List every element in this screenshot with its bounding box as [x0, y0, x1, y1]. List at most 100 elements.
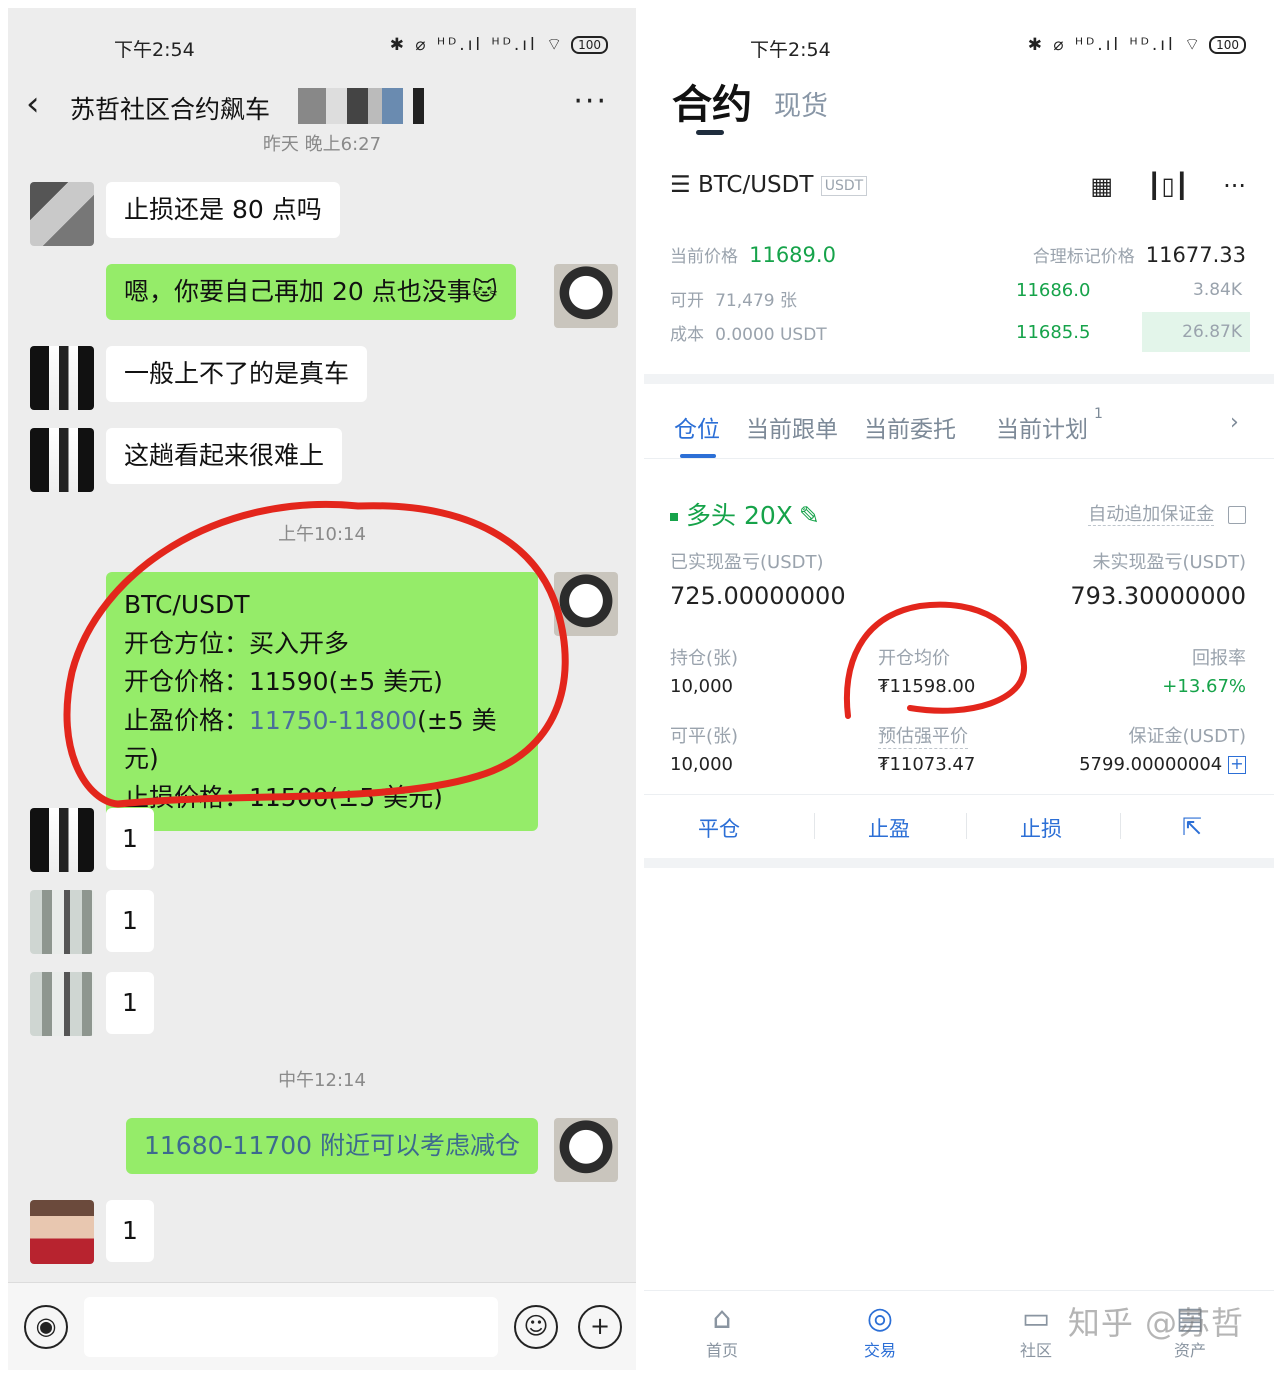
avatar[interactable] — [30, 346, 94, 410]
pair-name: BTC/USDT — [697, 172, 814, 198]
trade-entry: 开仓价格：11590(±5 美元) — [124, 667, 443, 696]
take-profit-button[interactable]: 止盈 — [868, 813, 910, 843]
pair-tag: USDT — [820, 175, 868, 196]
roe-value: +13.67% — [1162, 676, 1246, 697]
tab-spot[interactable]: 现货 — [774, 84, 828, 123]
pair-toolbar: ▦ ┃▯┃ ··· — [1090, 172, 1246, 200]
trade-take-profit: 止盈价格：11750-11800(±5 美元) — [124, 705, 497, 774]
menu-icon: ☰ — [670, 172, 691, 198]
margin-label: 保证金(USDT) — [1128, 726, 1246, 747]
tab-positions[interactable]: 仓位 — [674, 410, 720, 444]
wechat-chat-screen: 下午2:54 ✱ ⌀ ᴴᴰ.ıl ᴴᴰ.ıl ⌔ 100 ‹ 苏哲社区合约飙车 … — [8, 8, 636, 1370]
book-price: 11686.0 — [1016, 280, 1091, 301]
avatar[interactable] — [30, 1200, 94, 1264]
battery-icon: 100 — [1209, 35, 1246, 54]
edit-icon[interactable]: ✎ — [799, 501, 820, 530]
liq-price: ₮11073.47 — [878, 754, 976, 775]
more-dots-icon[interactable]: ··· — [1223, 172, 1246, 200]
message-bubble: 嗯，你要自己再加 20 点也没事🐱 — [106, 264, 516, 320]
take-profit-range[interactable]: 11750-11800 — [249, 706, 417, 735]
roe-label: 回报率 — [1192, 648, 1246, 669]
nav-community[interactable]: ▭ 社区 — [996, 1301, 1076, 1361]
emoji-icon[interactable]: ☺ — [514, 1305, 558, 1349]
mark-price: 11677.33 — [1145, 243, 1246, 267]
auto-margin-toggle[interactable]: 自动追加保证金 — [1088, 500, 1246, 526]
add-margin-icon[interactable]: + — [1228, 756, 1246, 774]
realized-label: 已实现盈亏(USDT) — [670, 552, 824, 573]
plus-icon[interactable]: + — [578, 1305, 622, 1349]
message-bubble: 1 — [106, 1200, 154, 1262]
candlestick-icon[interactable]: ┃▯┃ — [1147, 172, 1189, 200]
watermark: 知乎 @苏哲 — [1067, 1304, 1244, 1342]
tab-open-orders[interactable]: 当前委托 — [864, 410, 956, 444]
message-bubble: 这趟看起来很难上 — [106, 428, 343, 484]
open-row: 可开 71,479 张 — [670, 291, 797, 311]
divider — [1120, 813, 1121, 839]
divider — [644, 458, 1274, 459]
more-dots-icon[interactable]: ··· — [573, 84, 608, 119]
divider — [814, 813, 815, 839]
avg-price: ₮11598.00 — [878, 676, 976, 697]
position-side: 多头 20X ✎ — [670, 496, 820, 532]
hold-label: 持仓(张) — [670, 648, 739, 669]
trade-signal-bubble: BTC/USDT 开仓方位：买入开多 开仓价格：11590(±5 美元) 止盈价… — [106, 572, 538, 831]
divider — [644, 858, 1274, 868]
avg-price-label: 开仓均价 — [878, 648, 950, 669]
tab-contract[interactable]: 合约 — [672, 72, 752, 130]
stop-loss-button[interactable]: 止损 — [1020, 813, 1062, 843]
checkbox[interactable] — [1228, 506, 1246, 524]
current-price-row: 当前价格 11689.0 — [670, 243, 836, 267]
status-icons: ✱ ⌀ ᴴᴰ.ıl ᴴᴰ.ıl ⌔ 100 — [1028, 34, 1246, 55]
pair-selector[interactable]: ☰ BTC/USDT USDT — [670, 172, 868, 198]
message-bubble: 1 — [106, 972, 154, 1034]
chat-title: 苏哲社区合约飙车 — [70, 95, 271, 124]
redacted-title-part — [298, 88, 438, 124]
closable-amount: 10,000 — [670, 754, 733, 775]
avatar[interactable] — [554, 264, 618, 328]
trade-stop-loss: 止损价格：11500(±5 美元) — [124, 782, 443, 812]
calculator-icon[interactable]: ▦ — [1090, 172, 1113, 200]
long-indicator-icon — [670, 513, 678, 521]
close-position-button[interactable]: 平仓 — [698, 813, 740, 843]
position-subtabs: 仓位 当前跟单 当前委托 当前计划 1 › — [644, 406, 1274, 460]
divider — [644, 374, 1274, 384]
unrealized-pnl: 793.30000000 — [1070, 582, 1246, 610]
closable-label: 可平(张) — [670, 726, 739, 747]
voice-icon[interactable]: ◉ — [24, 1305, 68, 1349]
chat-icon: ▭ — [1021, 1301, 1051, 1336]
tab-copy-orders[interactable]: 当前跟单 — [746, 410, 838, 444]
chevron-right-icon[interactable]: › — [1230, 410, 1239, 435]
avatar[interactable] — [30, 890, 94, 954]
avatar[interactable] — [30, 182, 94, 246]
position-actions: 平仓 止盈 止损 ⇱ — [644, 794, 1274, 858]
status-bar: 下午2:54 ✱ ⌀ ᴴᴰ.ıl ᴴᴰ.ıl ⌔ 100 — [8, 8, 636, 80]
cost-row: 成本 0.0000 USDT — [670, 325, 827, 345]
nav-home[interactable]: ⌂ 首页 — [682, 1301, 762, 1361]
plans-badge: 1 — [1094, 406, 1103, 422]
book-price: 11685.5 — [1016, 322, 1091, 343]
share-icon[interactable]: ⇱ — [1182, 813, 1202, 841]
tab-plans[interactable]: 当前计划 — [996, 410, 1088, 444]
trade-icon: ◎ — [866, 1301, 894, 1336]
status-time: 下午2:54 — [750, 39, 831, 61]
battery-icon: 100 — [571, 35, 608, 54]
avatar[interactable] — [30, 808, 94, 872]
status-time: 下午2:54 — [114, 39, 195, 61]
chat-input-bar: ◉ ☺ + — [8, 1282, 636, 1370]
timestamp: 上午10:14 — [278, 524, 366, 545]
message-bubble: 止损还是 80 点吗 — [106, 182, 340, 238]
home-icon: ⌂ — [712, 1301, 732, 1336]
message-bubble: 11680-11700 附近可以考虑减仓 — [126, 1118, 539, 1174]
avatar[interactable] — [30, 972, 94, 1036]
chevron-left-icon[interactable]: ‹ — [26, 84, 40, 124]
message-bubble: 一般上不了的是真车 — [106, 346, 368, 402]
message-input[interactable] — [84, 1297, 498, 1357]
avatar[interactable] — [554, 1118, 618, 1182]
nav-trade[interactable]: ◎ 交易 — [840, 1301, 920, 1361]
avatar[interactable] — [554, 572, 618, 636]
hold-amount: 10,000 — [670, 676, 733, 697]
timestamp: 中午12:14 — [278, 1070, 366, 1091]
chat-header: ‹ 苏哲社区合约飙车 ··· — [8, 76, 636, 136]
timestamp: 昨天 晚上6:27 — [262, 134, 382, 155]
avatar[interactable] — [30, 428, 94, 492]
